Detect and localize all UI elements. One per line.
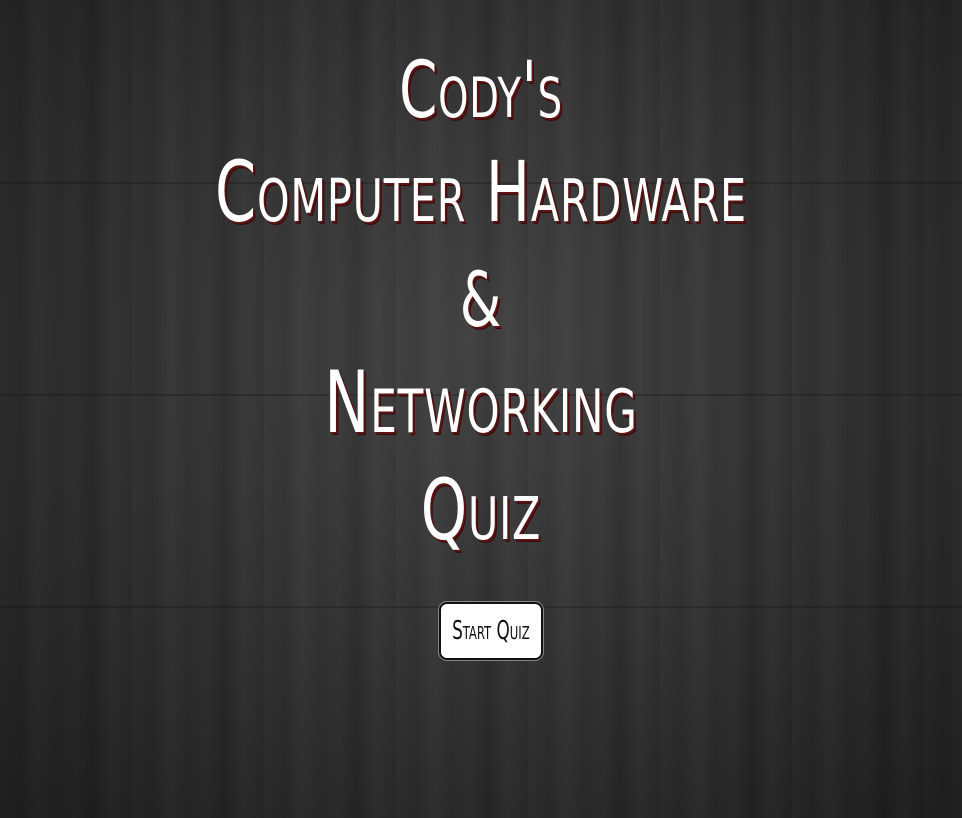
title-line-subject: Computer Hardware xyxy=(215,143,747,241)
title-line-networking: Networking xyxy=(324,353,638,453)
start-quiz-button[interactable]: Start Quiz xyxy=(439,602,543,660)
title-line-owner: Cody's xyxy=(399,46,563,136)
title-line-ampersand: & xyxy=(459,255,503,344)
title-line-quiz: Quiz xyxy=(420,461,542,559)
start-quiz-label: Start Quiz xyxy=(452,616,530,646)
